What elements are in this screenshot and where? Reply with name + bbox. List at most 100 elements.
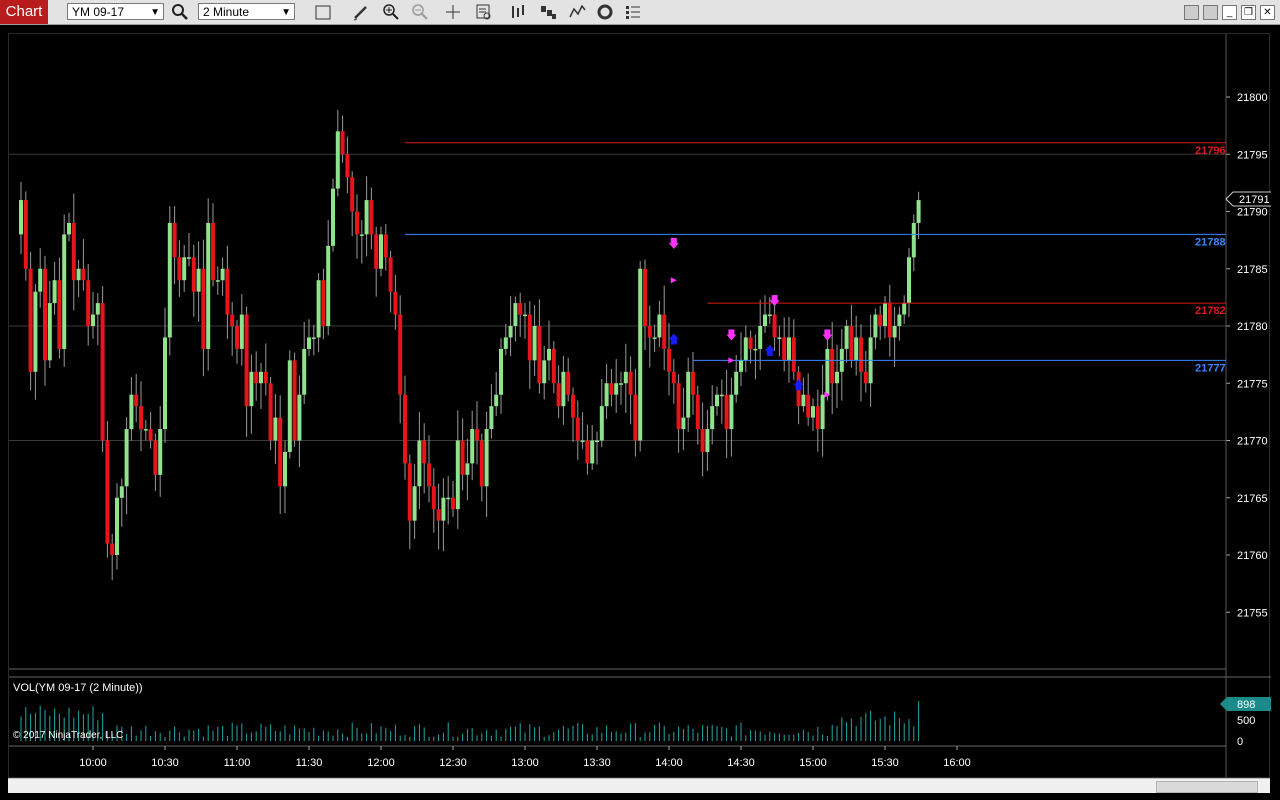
candle-down <box>782 337 787 361</box>
close-button[interactable]: ✕ <box>1260 5 1275 20</box>
candle-down <box>278 417 283 487</box>
window-option-2-button[interactable] <box>1203 5 1218 20</box>
chart-panel[interactable]: 21800 21795 21790 21785 21780 21775 2177… <box>8 33 1274 779</box>
candle-up <box>67 222 71 235</box>
candle-up <box>158 429 163 475</box>
candle-up <box>835 371 839 384</box>
time-tick-label: 15:00 <box>799 757 827 769</box>
candle-up <box>623 371 628 384</box>
candle-down <box>479 440 484 487</box>
candle-up <box>91 314 95 326</box>
candle-up <box>705 429 710 452</box>
price-chart[interactable]: 21800 21795 21790 21785 21780 21775 2177… <box>9 34 1274 779</box>
candle-down <box>71 222 76 281</box>
window-option-1-button[interactable] <box>1184 5 1199 20</box>
candle-up <box>547 348 551 361</box>
candle-up <box>508 326 513 338</box>
candle-down <box>393 291 398 315</box>
indicators-icon[interactable] <box>567 2 587 22</box>
candle-up <box>758 326 763 349</box>
candle-down <box>628 371 633 395</box>
volume-current-label: 898 <box>1237 699 1255 711</box>
candle-down <box>662 314 667 349</box>
candle-up <box>307 337 311 349</box>
candle-down <box>201 268 206 349</box>
bar-type-icon[interactable] <box>508 2 528 22</box>
time-tick-label: 11:30 <box>296 757 323 769</box>
candle-up <box>302 348 307 395</box>
line-price-label: 21788 <box>1195 236 1226 248</box>
candle-down <box>172 222 177 258</box>
candle-up <box>787 337 791 361</box>
candle-up <box>143 429 148 431</box>
interval-selector[interactable]: 2 Minute ▼ <box>198 3 295 20</box>
price-tick-label: 21770 <box>1237 436 1268 448</box>
zoom-out-icon[interactable] <box>410 2 430 22</box>
candle-up <box>729 394 734 430</box>
candle-down <box>57 280 62 349</box>
up-arrow-marker <box>793 379 804 391</box>
candle-down <box>235 326 239 349</box>
candle-up <box>335 131 340 189</box>
price-tick-label: 21765 <box>1237 493 1268 505</box>
volume-current-badge: 898 <box>1220 697 1271 711</box>
candle-down <box>139 406 143 430</box>
candle-down <box>643 268 647 326</box>
candle-up <box>499 348 503 395</box>
candle-down <box>398 314 403 395</box>
candle-up <box>364 200 369 235</box>
candle-up <box>614 383 619 395</box>
candle-up <box>326 245 331 326</box>
candle-down <box>815 406 820 430</box>
candle-down <box>268 383 273 441</box>
candle-down <box>806 394 811 418</box>
candle-down <box>43 268 47 361</box>
volume-bars <box>20 701 920 741</box>
chart-tab[interactable]: Chart <box>0 0 48 24</box>
candle-up <box>115 497 119 555</box>
candles <box>19 109 921 581</box>
time-axis: 10:00 10:30 11:00 11:30 12:00 12:30 13:0… <box>79 746 971 769</box>
search-icon[interactable] <box>170 2 190 22</box>
candle-up <box>484 429 489 487</box>
candle-down <box>667 348 671 372</box>
candle-down <box>340 131 345 155</box>
candle-down <box>191 257 196 292</box>
zoom-in-icon[interactable] <box>381 2 401 22</box>
crosshair-icon[interactable] <box>443 2 463 22</box>
candle-down <box>263 371 268 384</box>
candle-down <box>86 280 91 326</box>
minimize-button[interactable]: _ <box>1222 5 1237 20</box>
candle-up <box>259 371 263 384</box>
restore-button[interactable]: ❐ <box>1241 5 1256 20</box>
candle-up <box>206 222 211 349</box>
data-box-icon[interactable] <box>474 2 494 22</box>
candle-down <box>81 268 86 281</box>
candle-up <box>604 383 609 407</box>
candle-up <box>580 440 585 442</box>
candle-up <box>38 268 43 292</box>
candle-down <box>676 383 681 430</box>
time-tick-label: 15:30 <box>871 757 899 769</box>
scrollbar-thumb[interactable] <box>1156 781 1258 793</box>
data-series-icon[interactable] <box>313 2 333 22</box>
strategies-icon[interactable] <box>595 2 615 22</box>
candle-up <box>124 429 129 487</box>
chart-style-icon[interactable] <box>538 2 558 22</box>
candle-down <box>177 257 182 281</box>
candle-up <box>710 406 715 430</box>
candle-down <box>345 154 350 178</box>
up-arrow-marker <box>764 344 775 356</box>
candle-up <box>686 371 691 418</box>
candle-up <box>465 463 470 475</box>
candle-up <box>249 371 254 407</box>
candle-down <box>350 177 355 212</box>
draw-pencil-icon[interactable] <box>351 2 371 22</box>
properties-icon[interactable] <box>623 2 643 22</box>
candle-up <box>239 314 244 349</box>
instrument-selector[interactable]: YM 09-17 ▼ <box>67 3 164 20</box>
horizontal-scrollbar[interactable] <box>8 778 1270 793</box>
candle-up <box>331 188 335 246</box>
candle-down <box>388 257 393 292</box>
candle-up <box>33 291 38 372</box>
